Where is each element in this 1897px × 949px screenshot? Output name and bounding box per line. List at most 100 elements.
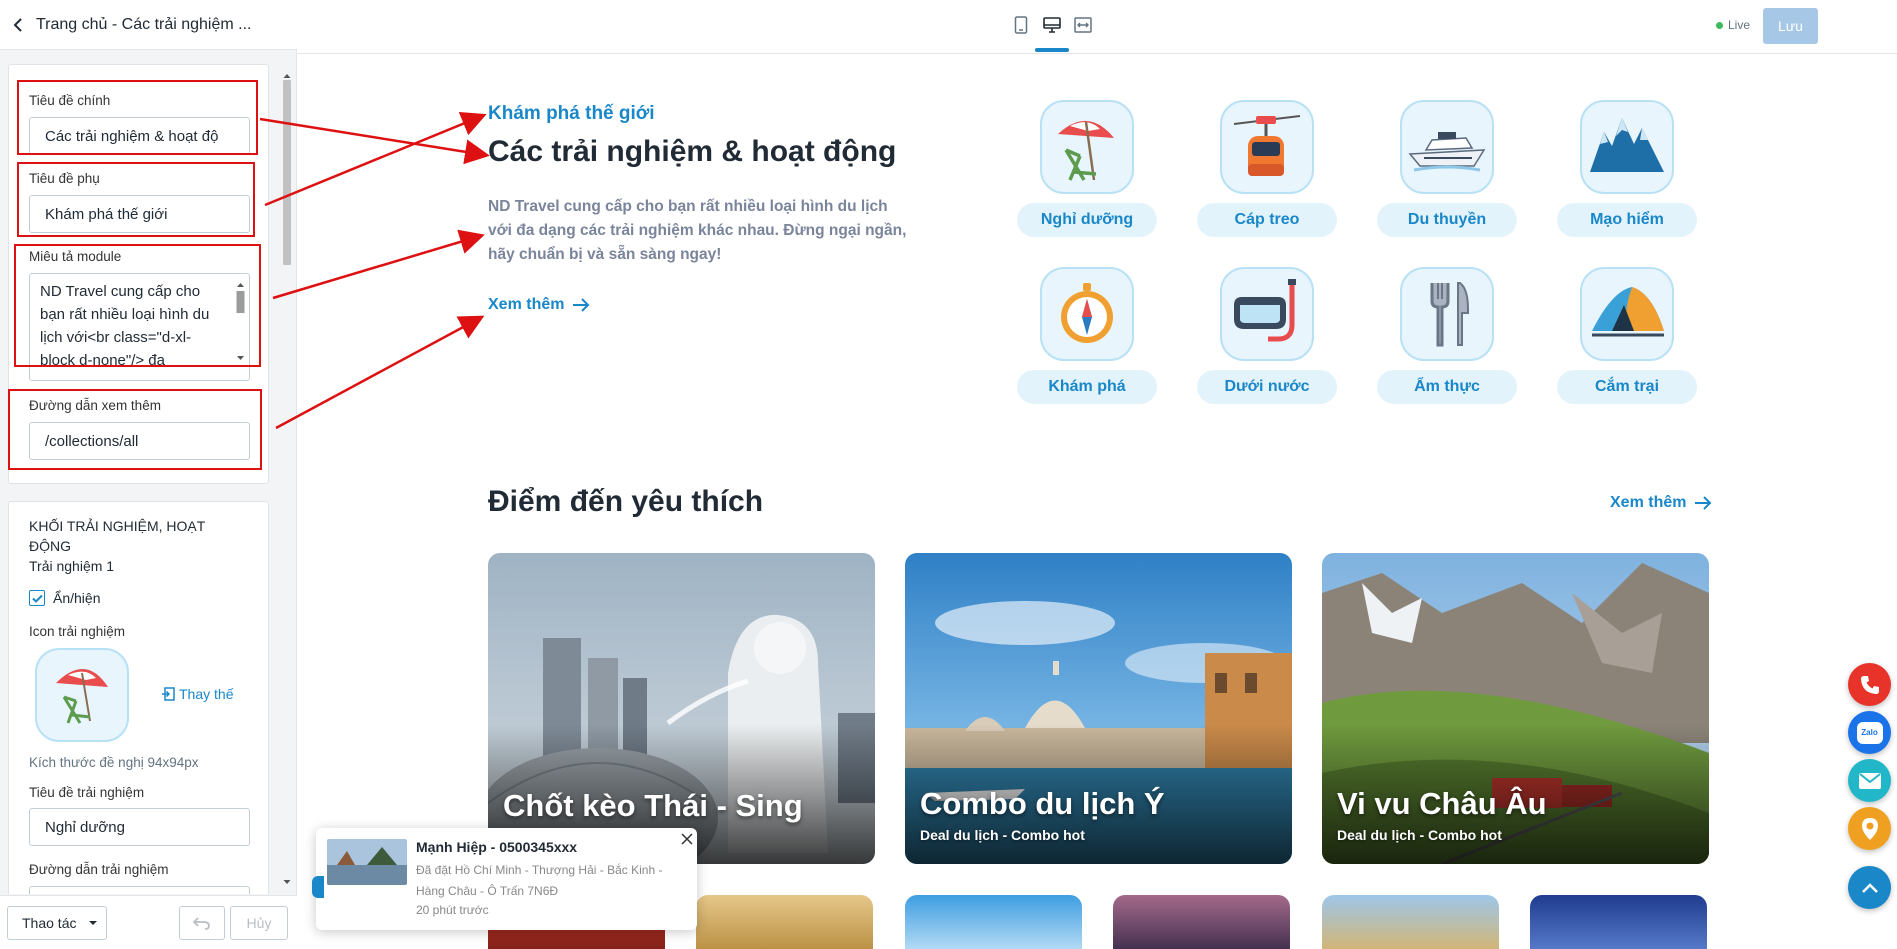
scroll-top-button[interactable] (1848, 866, 1891, 909)
panel-header: Trang chủ - Các trải nghiệm ... (0, 0, 297, 50)
fullwidth-icon (1074, 17, 1092, 33)
active-view-indicator (1035, 48, 1069, 52)
exp-link-label: Đường dẫn trải nghiệm (29, 862, 169, 877)
experience-label: Ẩm thực (1377, 370, 1517, 404)
undo-icon (193, 917, 210, 930)
zalo-icon: Zalo (1856, 721, 1883, 744)
phone-icon (1860, 675, 1879, 694)
size-hint: Kích thước đề nghị 94x94px (29, 755, 199, 770)
beach-chair-icon (56, 668, 108, 724)
compass-icon (1040, 267, 1134, 361)
mobile-icon (1014, 16, 1028, 34)
close-icon[interactable] (680, 832, 694, 846)
cable-car-icon (1220, 100, 1314, 194)
zalo-button[interactable]: Zalo (1848, 711, 1891, 754)
experience-label: Du thuyền (1377, 203, 1517, 237)
destination-card-small[interactable] (1322, 895, 1499, 949)
diving-mask-icon (1220, 267, 1314, 361)
replace-label: Thay thế (179, 686, 234, 702)
experience-more-label: Xem thêm (488, 296, 565, 313)
highlight-more-link (8, 389, 262, 470)
panel-footer: Thao tác Hủy (0, 895, 297, 949)
destination-card-small[interactable] (905, 895, 1082, 949)
live-status: Live (1716, 18, 1750, 32)
highlight-main-title (17, 80, 258, 155)
destination-subtitle: Deal du lịch - Combo hot (920, 827, 1085, 843)
icon-label: Icon trải nghiệm (29, 624, 126, 639)
experience-more-link[interactable]: Xem thêm (488, 296, 590, 314)
cancel-button[interactable]: Hủy (230, 906, 288, 940)
actions-label: Thao tác (22, 915, 77, 931)
experience-label: Cáp treo (1197, 203, 1337, 237)
experience-label: Cắm trại (1557, 370, 1697, 404)
mobile-view-button[interactable] (1011, 14, 1031, 36)
notification-name: Mạnh Hiệp - 0500345xxx (416, 839, 578, 855)
notification-thumbnail (327, 839, 407, 885)
preview-toolbar: Live Lưu (298, 0, 1897, 54)
destination-title: Combo du lịch Ý (920, 786, 1165, 821)
arrow-right-icon (1695, 496, 1712, 510)
yacht-icon (1400, 100, 1494, 194)
notification-time: 20 phút trước (416, 903, 489, 917)
mail-button[interactable] (1848, 759, 1891, 802)
experience-label: Nghỉ dưỡng (1017, 203, 1157, 237)
caret-down-icon (89, 921, 98, 925)
destination-card[interactable]: Chốt kèo Thái - Sing (488, 553, 875, 864)
highlight-subtitle (17, 162, 255, 237)
destinations-more-label: Xem thêm (1610, 494, 1687, 511)
exp-link-input[interactable] (29, 886, 250, 894)
destinations-title: Điểm đến yêu thích (488, 485, 764, 518)
cutlery-icon (1400, 267, 1494, 361)
booking-notification[interactable]: Mạnh Hiệp - 0500345xxx Đã đặt Hồ Chí Min… (316, 828, 697, 930)
exp-title-input[interactable]: Nghỉ dưỡng (29, 808, 250, 846)
panel-scroll-thumb[interactable] (283, 80, 291, 265)
experience-description: ND Travel cung cấp cho bạn rất nhiều loạ… (488, 198, 907, 263)
destination-card[interactable]: Vi vu Châu Âu Deal du lịch - Combo hot (1322, 553, 1709, 864)
visibility-checkbox[interactable] (29, 590, 45, 606)
cancel-label: Hủy (246, 915, 272, 931)
map-pin-icon (1861, 817, 1878, 840)
scroll-top-icon (1861, 882, 1878, 893)
destination-card-small[interactable] (1113, 895, 1290, 949)
experience-label: Mạo hiểm (1557, 203, 1697, 237)
destination-card-small[interactable] (1530, 895, 1707, 949)
destination-card-small[interactable] (696, 895, 873, 949)
fullwidth-view-button[interactable] (1073, 14, 1093, 36)
notification-edge-icon (312, 876, 324, 898)
desktop-view-button[interactable] (1042, 14, 1062, 36)
save-button[interactable]: Lưu (1763, 8, 1818, 44)
replace-icon-link[interactable]: Thay thế (161, 686, 233, 702)
notification-detail: Đã đặt Hồ Chí Minh - Thượng Hải - Bắc Ki… (416, 863, 663, 898)
item-title: Trải nghiệm 1 (29, 558, 115, 574)
destinations-more-link[interactable]: Xem thêm (1610, 494, 1712, 512)
back-arrow-icon[interactable] (10, 17, 26, 33)
site-preview: Khám phá thế giới Các trải nghiệm & hoạt… (298, 55, 1897, 949)
actions-dropdown[interactable]: Thao tác (7, 906, 107, 940)
live-label: Live (1728, 18, 1751, 32)
undo-button[interactable] (179, 906, 225, 940)
replace-icon (162, 687, 175, 701)
block-heading: KHỐI TRẢI NGHIỆM, HOẠT ĐỘNG (29, 518, 206, 554)
panel-title: Trang chủ - Các trải nghiệm ... (36, 15, 252, 33)
experience-label: Khám phá (1017, 370, 1157, 404)
live-dot-icon (1716, 21, 1723, 29)
experience-label: Dưới nước (1197, 370, 1337, 404)
experience-block-card: KHỐI TRẢI NGHIỆM, HOẠT ĐỘNG Trải nghiệm … (8, 501, 269, 894)
mail-icon (1858, 772, 1881, 789)
beach-chair-icon (1040, 100, 1134, 194)
destination-subtitle: Deal du lịch - Combo hot (1337, 827, 1502, 843)
arrow-right-icon (573, 298, 590, 312)
experience-subtitle: Khám phá thế giới (488, 103, 655, 124)
editor-panel: Trang chủ - Các trải nghiệm ... Tiêu đề … (0, 0, 297, 949)
destination-card[interactable]: Combo du lịch Ý Deal du lịch - Combo hot (905, 553, 1292, 864)
destination-title: Vi vu Châu Âu (1337, 786, 1547, 821)
exp-title-label: Tiêu đề trải nghiệm (29, 785, 145, 800)
icon-preview (35, 648, 129, 742)
save-label: Lưu (1778, 18, 1803, 34)
tent-icon (1580, 267, 1674, 361)
phone-button[interactable] (1848, 663, 1891, 706)
map-button[interactable] (1848, 807, 1891, 850)
destination-title: Chốt kèo Thái - Sing (503, 788, 803, 823)
panel-scrollbar[interactable] (281, 70, 293, 890)
experience-title: Các trải nghiệm & hoạt động (488, 135, 897, 168)
